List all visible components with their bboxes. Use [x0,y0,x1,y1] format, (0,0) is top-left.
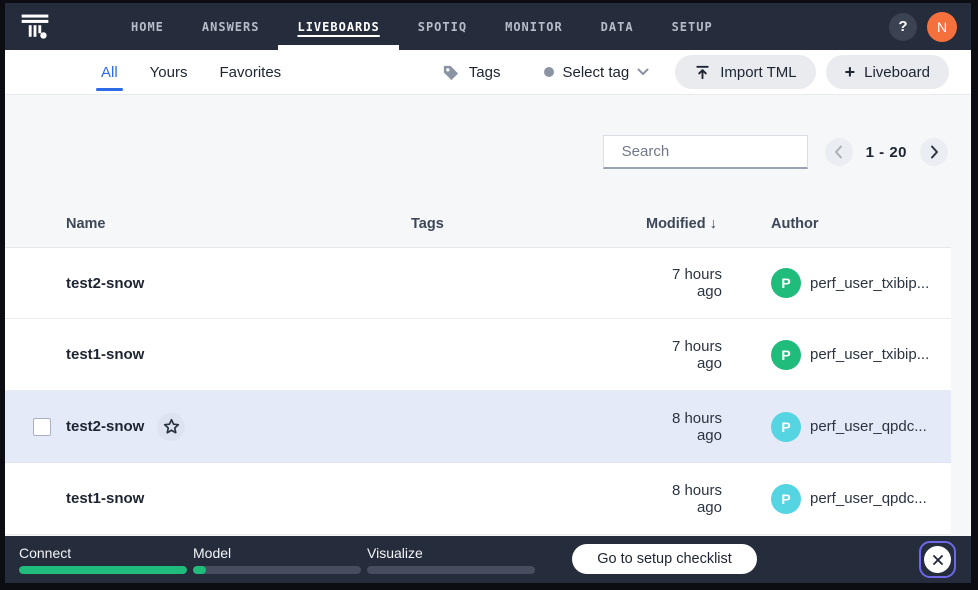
search-box [603,135,808,169]
list-toolbar: 1 - 20 [5,135,971,169]
author-avatar: P [771,268,801,298]
close-icon [924,546,951,573]
select-tag-label: Select tag [562,64,629,81]
author-avatar: P [771,484,801,514]
page-range: 1 - 20 [866,144,907,161]
step-visualize-progress [367,566,535,574]
table-row[interactable]: test2-snow 7 hours ago P perf_user_txibi… [5,247,951,319]
select-tag-dropdown[interactable]: Select tag [544,64,649,81]
favorite-star-button[interactable] [157,413,185,441]
progress-fill [19,566,187,574]
nav-item-spotiq[interactable]: SPOTIQ [399,3,486,50]
help-button[interactable]: ? [889,13,917,41]
row-modified: 7 hours ago [646,266,771,300]
chevron-down-icon [637,68,649,76]
plus-icon: + [845,63,856,81]
list-tabs: All Yours Favorites [101,50,281,94]
author-name: perf_user_txibip... [810,275,929,292]
go-to-setup-checklist-button[interactable]: Go to setup checklist [572,544,757,574]
step-connect: Connect [19,545,187,574]
header-modified[interactable]: Modified↓ [646,216,771,232]
liveboard-name: test2-snow [66,275,144,292]
filter-bar: All Yours Favorites Tags Select tag [5,50,971,95]
table-row-selected[interactable]: test2-snow 8 hours ago P perf_user_qpdc.… [5,391,951,463]
nav-item-monitor[interactable]: MONITOR [486,3,582,50]
setup-checklist-bar: Connect Model Visualize Go to setup chec… [5,536,971,583]
app-window: HOME ANSWERS LIVEBOARDS SPOTIQ MONITOR D… [5,3,971,583]
top-nav: HOME ANSWERS LIVEBOARDS SPOTIQ MONITOR D… [5,3,971,50]
user-avatar[interactable]: N [927,12,957,42]
row-checkbox[interactable] [33,418,51,436]
liveboard-list: test2-snow 7 hours ago P perf_user_txibi… [5,247,951,535]
row-modified: 7 hours ago [646,338,771,372]
import-icon [694,64,711,81]
row-author: P perf_user_txibip... [771,268,951,298]
tags-filter[interactable]: Tags [441,63,501,82]
thoughtspot-logo-icon [19,11,51,43]
prev-page-button[interactable] [825,138,853,166]
nav-right-group: ? N [889,12,957,42]
tab-favorites[interactable]: Favorites [219,50,281,94]
main-content: 1 - 20 Name Tags Modified↓ Author test2-… [5,95,971,536]
nav-item-setup[interactable]: SETUP [653,3,732,50]
author-name: perf_user_qpdc... [810,490,927,507]
nav-items: HOME ANSWERS LIVEBOARDS SPOTIQ MONITOR D… [112,3,732,50]
step-connect-progress [19,566,187,574]
header-author[interactable]: Author [771,216,951,232]
table-row[interactable]: test1-snow 7 hours ago P perf_user_txibi… [5,319,951,391]
tab-yours[interactable]: Yours [150,50,188,94]
star-icon [163,418,180,435]
import-tml-button[interactable]: Import TML [675,55,815,89]
step-model-progress [193,566,361,574]
pagination: 1 - 20 [825,138,948,166]
row-modified: 8 hours ago [646,482,771,516]
close-checklist-button[interactable] [919,541,956,578]
step-model-label: Model [193,545,361,561]
sort-desc-icon: ↓ [710,216,717,232]
filter-bar-right: Tags Select tag Import TML + Liveboar [441,55,949,89]
thoughtspot-logo[interactable] [18,10,52,44]
checklist-steps: Connect Model Visualize [19,545,535,574]
author-avatar: P [771,412,801,442]
step-visualize: Visualize [367,545,535,574]
step-model: Model [193,545,361,574]
nav-item-answers[interactable]: ANSWERS [183,3,279,50]
table-header: Name Tags Modified↓ Author [5,201,951,247]
tag-icon [441,63,460,82]
chevron-right-icon [930,145,939,159]
step-visualize-label: Visualize [367,545,535,561]
progress-fill [193,566,206,574]
nav-item-liveboards[interactable]: LIVEBOARDS [278,3,398,50]
author-avatar: P [771,340,801,370]
liveboard-name: test1-snow [66,490,144,507]
chevron-left-icon [834,145,843,159]
liveboard-name: test2-snow [66,418,144,435]
new-liveboard-label: Liveboard [864,64,930,81]
row-modified: 8 hours ago [646,410,771,444]
liveboard-name: test1-snow [66,346,144,363]
row-author: P perf_user_qpdc... [771,484,951,514]
row-author: P perf_user_qpdc... [771,412,951,442]
table-row[interactable]: test1-snow 8 hours ago P perf_user_qpdc.… [5,463,951,535]
step-connect-label: Connect [19,545,187,561]
next-page-button[interactable] [920,138,948,166]
avatar-initial: N [937,19,947,35]
tags-label: Tags [469,64,501,81]
search-input[interactable] [622,143,821,160]
import-tml-label: Import TML [720,64,796,81]
tab-all[interactable]: All [101,50,118,94]
header-tags[interactable]: Tags [411,216,646,232]
nav-item-data[interactable]: DATA [582,3,653,50]
new-liveboard-button[interactable]: + Liveboard [826,55,949,89]
header-name[interactable]: Name [66,216,411,232]
row-author: P perf_user_txibip... [771,340,951,370]
tag-color-dot [544,67,554,77]
author-name: perf_user_txibip... [810,346,929,363]
nav-item-home[interactable]: HOME [112,3,183,50]
author-name: perf_user_qpdc... [810,418,927,435]
help-icon: ? [898,18,907,35]
